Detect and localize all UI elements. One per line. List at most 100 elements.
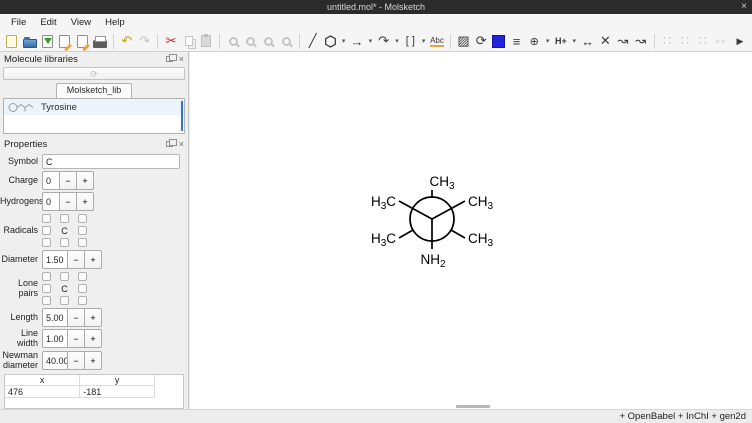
newman-diameter-value[interactable]: 40.00	[42, 351, 68, 370]
close-dock-icon[interactable]: ×	[179, 54, 184, 64]
open-file-button[interactable]	[22, 32, 38, 50]
atom-label-upper-right-ch3[interactable]: CH3	[468, 194, 494, 212]
redo-button[interactable]: ↷	[137, 32, 153, 50]
save-button[interactable]	[39, 32, 55, 50]
paste-button[interactable]	[199, 32, 215, 50]
lone-pair-checkbox[interactable]	[78, 284, 87, 293]
hatch-tool-button[interactable]: ▨	[456, 32, 472, 50]
toolbar-overflow-button[interactable]: ▶	[732, 32, 748, 50]
menu-view[interactable]: View	[64, 15, 98, 30]
ring-tool-button[interactable]	[323, 32, 339, 50]
color-picker-button[interactable]	[491, 32, 507, 50]
align-tool-2-button[interactable]: ∷	[677, 32, 693, 50]
charge-tool-button[interactable]: ⊕	[526, 32, 542, 50]
diameter-decrement-button[interactable]: −	[67, 250, 85, 269]
align-tool-4-button[interactable]: ∘∘	[712, 32, 728, 50]
lone-pair-checkbox[interactable]	[78, 296, 87, 305]
electron-arrow-tool-2-button[interactable]: ↝	[633, 32, 649, 50]
radical-checkbox[interactable]	[42, 214, 51, 223]
curved-arrow-dropdown-arrow[interactable]: ▾	[394, 37, 401, 45]
diameter-value[interactable]: 1.50	[42, 250, 68, 269]
charge-dropdown-arrow[interactable]: ▾	[544, 37, 551, 45]
diameter-increment-button[interactable]: +	[84, 250, 102, 269]
cut-button[interactable]: ✂	[163, 32, 179, 50]
delete-tool-button[interactable]: ✕	[597, 32, 613, 50]
line-width-decrement-button[interactable]: −	[67, 329, 85, 348]
lone-pair-checkbox[interactable]	[42, 284, 51, 293]
radical-checkbox[interactable]	[42, 238, 51, 247]
bracket-tool-button[interactable]: [ ]	[402, 32, 418, 50]
radical-checkbox[interactable]	[78, 214, 87, 223]
arrow-tool-button[interactable]: →	[349, 32, 365, 50]
draw-tool-button[interactable]: ╱	[305, 32, 321, 50]
hydrogens-increment-button[interactable]: +	[76, 192, 94, 211]
molecule-bonds[interactable]	[399, 190, 465, 249]
rotate-tool-button[interactable]: ⟳	[473, 32, 489, 50]
line-width-increment-button[interactable]: +	[84, 329, 102, 348]
float-dock-icon[interactable]	[166, 56, 173, 62]
tab-molsketch-lib[interactable]: Molsketch_lib	[56, 83, 133, 98]
atom-label-lower-left-h3c[interactable]: H3C	[371, 231, 396, 249]
coordinate-x-cell[interactable]: 476	[5, 386, 80, 398]
lone-pair-checkbox[interactable]	[42, 272, 51, 281]
symbol-input[interactable]: C	[42, 154, 180, 169]
atom-label-upper-left-h3c[interactable]: H3C	[371, 194, 396, 212]
charge-value[interactable]: 0	[42, 171, 60, 190]
coordinate-y-cell[interactable]: -181	[80, 386, 155, 398]
newman-diameter-increment-button[interactable]: +	[84, 351, 102, 370]
hydrogen-tool-button[interactable]: H+	[553, 32, 569, 50]
radical-checkbox[interactable]	[78, 238, 87, 247]
undo-button[interactable]: ↶	[119, 32, 135, 50]
lone-pair-checkbox[interactable]	[60, 296, 69, 305]
zoom-reset-button[interactable]	[261, 32, 277, 50]
ring-dropdown-arrow[interactable]: ▾	[340, 37, 347, 45]
float-dock-icon[interactable]	[166, 141, 173, 147]
line-width-value[interactable]: 1.00	[42, 329, 68, 348]
menu-edit[interactable]: Edit	[33, 15, 63, 30]
electron-arrow-tool-button[interactable]: ↝	[615, 32, 631, 50]
copy-button[interactable]	[181, 32, 197, 50]
list-item-tyrosine[interactable]: Tyrosine	[4, 99, 184, 115]
transfer-tool-button[interactable]: ↔	[580, 32, 596, 50]
menu-help[interactable]: Help	[98, 15, 132, 30]
drawing-canvas[interactable]: CH3 H3C CH3 H3C CH3 NH2	[190, 52, 752, 409]
radical-checkbox[interactable]	[60, 214, 69, 223]
close-dock-icon[interactable]: ×	[179, 139, 184, 149]
length-decrement-button[interactable]: −	[67, 308, 85, 327]
menu-file[interactable]: File	[4, 15, 33, 30]
atom-label-lower-right-ch3[interactable]: CH3	[468, 231, 494, 249]
radical-checkbox[interactable]	[42, 226, 51, 235]
hydrogens-decrement-button[interactable]: −	[59, 192, 77, 211]
atom-label-bottom-nh2[interactable]: NH2	[420, 252, 446, 270]
lone-pair-checkbox[interactable]	[42, 296, 51, 305]
lone-pair-checkbox[interactable]	[78, 272, 87, 281]
charge-decrement-button[interactable]: −	[59, 171, 77, 190]
atom-label-top-ch3[interactable]: CH3	[429, 174, 455, 192]
save-as-button[interactable]	[57, 32, 73, 50]
library-list[interactable]: Tyrosine	[3, 98, 185, 134]
bond-back-lower-right[interactable]	[451, 230, 465, 238]
hydrogens-value[interactable]: 0	[42, 192, 60, 211]
lone-pair-checkbox[interactable]	[60, 272, 69, 281]
new-file-button[interactable]	[4, 32, 20, 50]
newman-projection-molecule[interactable]: CH3 H3C CH3 H3C CH3 NH2	[190, 52, 752, 409]
charge-increment-button[interactable]: +	[76, 171, 94, 190]
library-refresh-button[interactable]: ⟳	[3, 67, 185, 80]
radical-checkbox[interactable]	[78, 226, 87, 235]
align-tool-1-button[interactable]: ∷	[659, 32, 675, 50]
canvas-horizontal-scrollbar[interactable]	[456, 405, 490, 408]
align-tool-3-button[interactable]: ∷	[695, 32, 711, 50]
arrow-dropdown-arrow[interactable]: ▾	[367, 37, 374, 45]
bond-back-lower-left[interactable]	[399, 230, 413, 238]
newman-diameter-decrement-button[interactable]: −	[67, 351, 85, 370]
length-increment-button[interactable]: +	[84, 308, 102, 327]
text-tool-button[interactable]: Abc	[429, 32, 445, 50]
zoom-fit-button[interactable]	[278, 32, 294, 50]
hydrogen-dropdown-arrow[interactable]: ▾	[571, 37, 578, 45]
bracket-dropdown-arrow[interactable]: ▾	[420, 37, 427, 45]
radical-checkbox[interactable]	[60, 238, 69, 247]
zoom-in-button[interactable]	[225, 32, 241, 50]
library-scrollbar[interactable]	[181, 101, 183, 131]
print-button[interactable]	[92, 32, 108, 50]
close-window-button[interactable]: ×	[741, 0, 747, 14]
